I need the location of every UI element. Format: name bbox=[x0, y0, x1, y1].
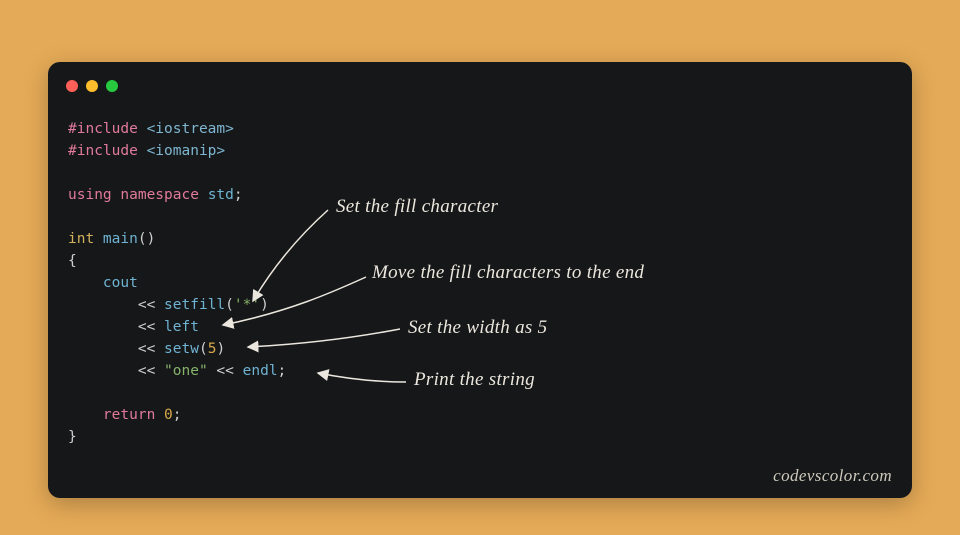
code-token: ) bbox=[260, 297, 269, 313]
watermark: codevscolor.com bbox=[773, 466, 892, 486]
code-token bbox=[68, 275, 103, 291]
code-token bbox=[68, 341, 138, 357]
code-token: ; bbox=[173, 407, 182, 423]
code-token: () bbox=[138, 231, 155, 247]
code-token: } bbox=[68, 429, 77, 445]
code-token: return bbox=[103, 407, 155, 423]
code-token: setw bbox=[164, 341, 199, 357]
code-token: 0 bbox=[164, 407, 173, 423]
code-token: cout bbox=[103, 275, 138, 291]
annotation-left: Move the fill characters to the end bbox=[372, 262, 644, 284]
code-token: using bbox=[68, 187, 112, 203]
code-token bbox=[68, 319, 138, 335]
code-token: int bbox=[68, 231, 94, 247]
code-token: "one" bbox=[164, 363, 208, 379]
code-token: << bbox=[208, 363, 243, 379]
code-token bbox=[68, 297, 138, 313]
annotation-print: Print the string bbox=[414, 369, 535, 391]
code-token: endl bbox=[243, 363, 278, 379]
code-window: #include <iostream> #include <iomanip> u… bbox=[48, 62, 912, 498]
code-token: namespace bbox=[112, 187, 199, 203]
code-token: <iostream> bbox=[138, 121, 234, 137]
code-token bbox=[155, 407, 164, 423]
code-token: left bbox=[164, 319, 199, 335]
annotation-setw: Set the width as 5 bbox=[408, 317, 547, 339]
close-icon[interactable] bbox=[66, 80, 78, 92]
code-token: ; bbox=[234, 187, 243, 203]
code-token: '*' bbox=[234, 297, 260, 313]
code-token: { bbox=[68, 253, 77, 269]
code-token: << bbox=[138, 297, 164, 313]
code-token: std bbox=[199, 187, 234, 203]
code-token bbox=[68, 407, 103, 423]
minimize-icon[interactable] bbox=[86, 80, 98, 92]
code-token: #include bbox=[68, 143, 138, 159]
code-token: main bbox=[94, 231, 138, 247]
annotation-setfill: Set the fill character bbox=[336, 196, 498, 218]
code-token: ( bbox=[225, 297, 234, 313]
traffic-lights bbox=[66, 80, 118, 92]
code-token: <iomanip> bbox=[138, 143, 225, 159]
code-token: << bbox=[138, 319, 164, 335]
zoom-icon[interactable] bbox=[106, 80, 118, 92]
code-token: ; bbox=[278, 363, 287, 379]
code-token bbox=[68, 363, 138, 379]
code-token: << bbox=[138, 341, 164, 357]
code-token: ) bbox=[216, 341, 225, 357]
code-token: #include bbox=[68, 121, 138, 137]
code-token: << bbox=[138, 363, 164, 379]
code-token: setfill bbox=[164, 297, 225, 313]
code-token: ( bbox=[199, 341, 208, 357]
code-block: #include <iostream> #include <iomanip> u… bbox=[68, 118, 286, 448]
